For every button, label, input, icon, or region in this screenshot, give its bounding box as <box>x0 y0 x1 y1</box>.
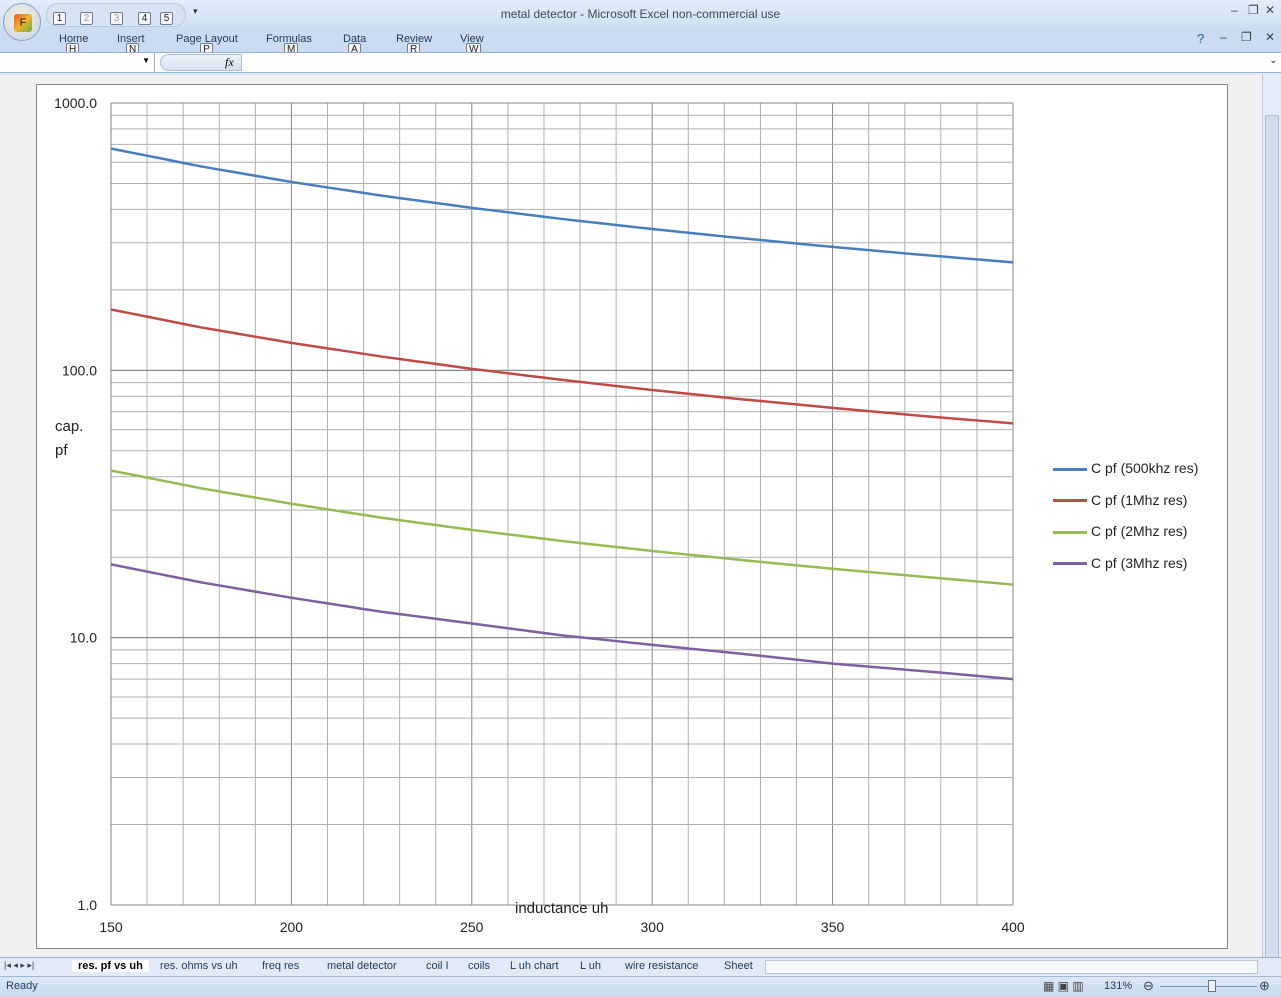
sheet-tab[interactable]: metal detector <box>327 960 397 972</box>
x-tick-label: 400 <box>1001 919 1025 935</box>
legend-item: C pf (500khz res) <box>1053 460 1198 476</box>
sheet-tab-bar: |◂ ◂ ▸ ▸| res. pf vs uh res. ohms vs uh fr… <box>0 957 1281 976</box>
legend-label: C pf (500khz res) <box>1091 460 1199 476</box>
legend-item: C pf (3Mhz res) <box>1053 555 1187 571</box>
series-line <box>110 308 1014 425</box>
office-key: F <box>14 14 32 32</box>
sheet-tab[interactable]: L uh chart <box>510 960 559 972</box>
y-axis-title: cap. pf <box>55 415 83 463</box>
sheet-tab[interactable]: L uh <box>580 960 601 972</box>
legend-item: C pf (2Mhz res) <box>1053 523 1187 539</box>
y-tick-label: 100.0 <box>62 362 97 378</box>
status-bar: Ready ▦ ▣ ▥ 131% ⊖ ⊕ <box>0 976 1281 997</box>
sheet-tab[interactable]: freq res <box>262 960 299 972</box>
series-line <box>110 563 1014 681</box>
legend-marker <box>1053 467 1087 471</box>
zoom-out-icon[interactable]: ⊖ <box>1143 978 1154 994</box>
y-tick-label: 1000.0 <box>54 95 97 111</box>
series-line <box>110 469 1014 586</box>
y-tick-label: 1.0 <box>78 897 98 913</box>
legend-marker <box>1053 530 1087 534</box>
sheet-tab[interactable]: wire resistance <box>625 960 698 972</box>
legend-item: C pf (1Mhz res) <box>1053 492 1187 508</box>
horizontal-scrollbar[interactable] <box>765 960 1258 974</box>
vertical-scrollbar[interactable] <box>1262 75 1281 985</box>
series-line <box>110 147 1014 264</box>
office-button[interactable]: F <box>3 3 41 41</box>
x-axis-title: inductance uh <box>515 900 609 917</box>
status-ready: Ready <box>6 980 38 992</box>
zoom-level[interactable]: 131% <box>1104 980 1132 992</box>
x-tick-label: 300 <box>641 919 665 935</box>
y-axis-title-line: cap. <box>55 418 84 435</box>
legend-marker <box>1053 562 1087 566</box>
x-tick-label: 350 <box>821 919 845 935</box>
x-tick-label: 200 <box>280 919 304 935</box>
sheet-tab[interactable]: res. ohms vs uh <box>160 960 238 972</box>
legend-label: C pf (3Mhz res) <box>1091 554 1188 571</box>
sheet-tab[interactable]: coil I <box>426 960 449 972</box>
sheet-tab[interactable]: coils <box>468 960 490 972</box>
legend-marker <box>1053 499 1087 503</box>
legend-label: C pf (2Mhz res) <box>1091 523 1188 539</box>
scroll-thumb[interactable] <box>1265 115 1279 985</box>
y-tick-label: 10.0 <box>70 630 97 646</box>
sheet-tab[interactable]: res. pf vs uh <box>72 960 149 972</box>
view-buttons[interactable]: ▦ ▣ ▥ <box>1043 979 1084 993</box>
sheet-nav-icon[interactable]: |◂ ◂ ▸ ▸| <box>4 960 34 971</box>
sheet-tab[interactable]: Sheet <box>724 960 753 972</box>
y-axis-title-line: pf <box>55 442 68 459</box>
legend-label: C pf (1Mhz res) <box>1091 491 1188 508</box>
zoom-in-icon[interactable]: ⊕ <box>1259 978 1270 994</box>
zoom-slider-thumb[interactable] <box>1208 980 1216 992</box>
x-tick-label: 250 <box>460 919 484 935</box>
x-tick-label: 150 <box>99 919 123 935</box>
